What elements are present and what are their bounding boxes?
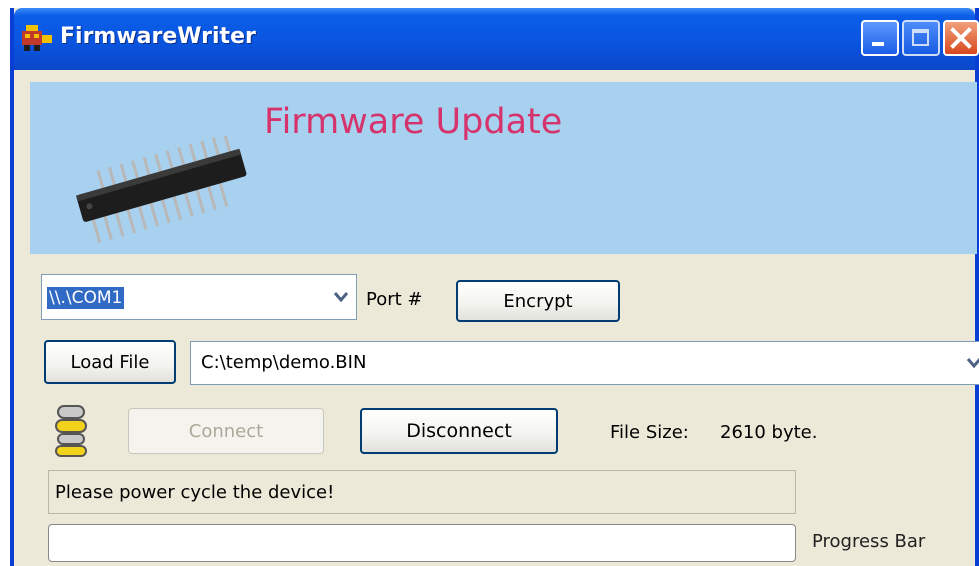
firmware-banner: Firmware Update [30, 82, 977, 254]
window-title: FirmwareWriter [60, 24, 256, 49]
maximize-button[interactable] [902, 20, 940, 56]
load-file-button[interactable]: Load File [44, 340, 176, 384]
encrypt-button[interactable]: Encrypt [456, 280, 620, 322]
disconnect-button[interactable]: Disconnect [360, 408, 558, 454]
banner-title: Firmware Update [264, 102, 563, 142]
port-select[interactable]: \\.\COM1 [41, 274, 357, 320]
port-dropdown-button[interactable] [327, 276, 355, 318]
status-box: Please power cycle the device! [48, 470, 796, 514]
file-dropdown-button[interactable] [960, 343, 979, 383]
file-size-label: File Size: [610, 422, 689, 443]
close-icon [950, 27, 972, 49]
firmware-writer-window: FirmwareWriter Firmware Update \\.\COM1 … [10, 8, 979, 566]
file-path-value: C:\temp\demo.BIN [201, 352, 367, 373]
app-icon [22, 25, 52, 51]
database-icon [55, 405, 87, 457]
chevron-down-icon [333, 292, 349, 303]
minimize-button[interactable] [861, 20, 899, 56]
file-size-value: 2610 byte. [720, 422, 818, 443]
title-bar[interactable]: FirmwareWriter [14, 8, 979, 70]
status-message: Please power cycle the device! [55, 482, 335, 503]
progress-bar [48, 524, 796, 562]
port-select-value: \\.\COM1 [47, 287, 125, 309]
minimize-icon [872, 42, 884, 46]
ic-chip-image [75, 136, 247, 244]
progress-bar-label: Progress Bar [812, 531, 926, 552]
file-path-select[interactable]: C:\temp\demo.BIN [190, 341, 979, 385]
close-button[interactable] [943, 20, 979, 56]
chevron-down-icon [966, 358, 979, 369]
maximize-icon [912, 29, 929, 46]
connect-button[interactable]: Connect [128, 408, 324, 454]
port-label: Port # [366, 289, 423, 310]
